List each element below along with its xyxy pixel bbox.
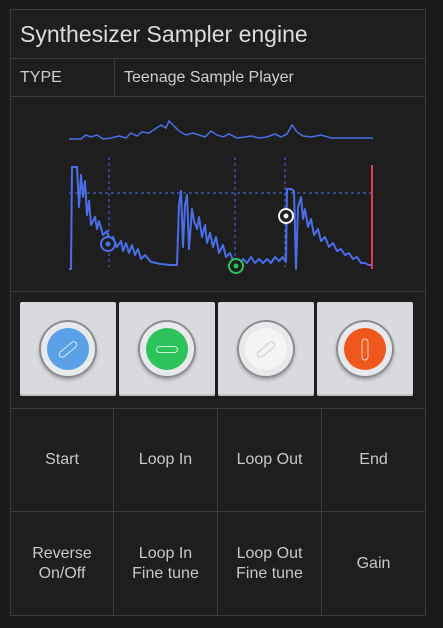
blue-knob-cap xyxy=(47,328,89,370)
param-reverse-label: Reverse On/Off xyxy=(32,544,92,582)
white-knob-cap xyxy=(245,328,287,370)
sampler-panel: Synthesizer Sampler engine TYPE Teenage … xyxy=(10,9,426,616)
param-grid: Start Loop In Loop Out End Reverse On/Of… xyxy=(11,409,425,615)
orange-knob-indicator xyxy=(361,338,369,360)
type-label: TYPE xyxy=(20,69,62,86)
param-start[interactable]: Start xyxy=(11,409,114,512)
param-end[interactable]: End xyxy=(322,409,425,512)
param-loop-in-fine[interactable]: Loop In Fine tune xyxy=(114,512,218,615)
panel-title: Synthesizer Sampler engine xyxy=(11,10,425,59)
main-waveform[interactable] xyxy=(69,166,371,270)
param-loop-out[interactable]: Loop Out xyxy=(218,409,322,512)
type-divider xyxy=(114,59,115,96)
waveform-display[interactable] xyxy=(11,97,425,292)
param-loop-in[interactable]: Loop In xyxy=(114,409,218,512)
param-gain-label: Gain xyxy=(356,554,391,572)
knob-tile-orange[interactable] xyxy=(317,302,413,396)
param-gain[interactable]: Gain xyxy=(322,512,425,615)
param-start-label: Start xyxy=(45,451,79,468)
param-loop-out-fine[interactable]: Loop Out Fine tune xyxy=(218,512,322,615)
param-reverse[interactable]: Reverse On/Off xyxy=(11,512,114,615)
green-knob-cap xyxy=(146,328,188,370)
green-knob-indicator xyxy=(156,345,178,353)
waveform-svg[interactable] xyxy=(11,97,425,291)
param-loop-in-label: Loop In xyxy=(138,451,193,468)
loop-in-handle[interactable] xyxy=(228,258,244,274)
white-knob[interactable] xyxy=(237,320,295,378)
blue-knob-indicator xyxy=(57,339,79,359)
knob-tile-green[interactable] xyxy=(119,302,215,396)
knob-row xyxy=(11,292,425,409)
orange-knob-cap xyxy=(344,328,386,370)
param-end-label: End xyxy=(359,451,388,468)
white-knob-indicator xyxy=(255,339,277,359)
blue-knob[interactable] xyxy=(39,320,97,378)
green-knob[interactable] xyxy=(138,320,196,378)
orange-knob[interactable] xyxy=(336,320,394,378)
type-value[interactable]: Teenage Sample Player xyxy=(124,59,294,96)
knob-tile-blue[interactable] xyxy=(20,302,116,396)
loop-out-handle[interactable] xyxy=(278,208,294,224)
param-loop-in-fine-label: Loop In Fine tune xyxy=(132,544,199,582)
param-loop-out-label: Loop Out xyxy=(236,451,303,468)
param-loop-out-fine-label: Loop Out Fine tune xyxy=(236,544,303,582)
overview-waveform xyxy=(69,119,373,140)
start-handle[interactable] xyxy=(100,236,116,252)
knob-tile-white[interactable] xyxy=(218,302,314,396)
type-row[interactable]: TYPE Teenage Sample Player xyxy=(11,59,425,97)
